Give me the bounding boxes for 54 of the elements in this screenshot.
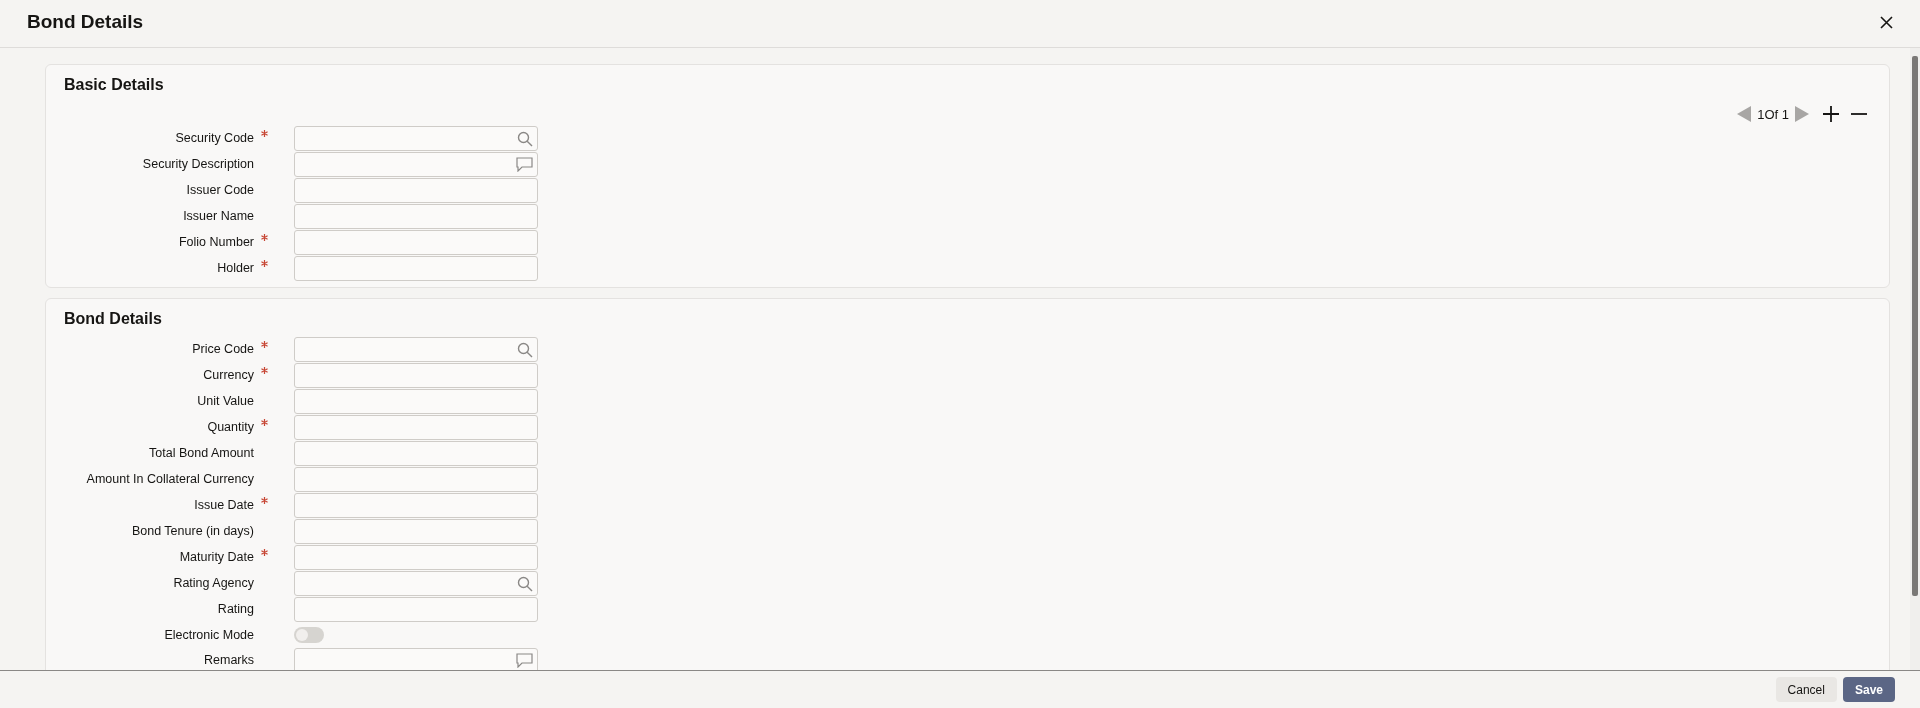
field-label: Price Code [192,341,254,359]
input-field[interactable] [294,545,538,570]
field-label: Issuer Code [186,182,254,200]
field-label: Bond Tenure (in days) [131,523,254,541]
comment-icon[interactable] [516,653,533,668]
field-label: Issuer Name [183,208,254,226]
section-title: Bond Details [64,309,162,329]
comment-field[interactable] [294,648,538,670]
search-icon[interactable] [517,130,533,147]
field-label: Currency [203,367,254,385]
input-field[interactable] [294,230,538,255]
input-field[interactable] [294,363,538,388]
input-field[interactable] [294,204,538,229]
field-label: Holder [217,260,254,278]
input-field[interactable] [294,519,538,544]
field-label: Unit Value [197,393,254,411]
toggle-switch[interactable] [294,627,324,643]
field-label: Amount In Collateral Currency [86,471,254,489]
search-field[interactable] [294,571,538,596]
input-field[interactable] [294,597,538,622]
field-label: Electronic Mode [164,626,254,644]
scrollbar[interactable] [1910,47,1920,670]
input-field[interactable] [294,389,538,414]
comment-icon[interactable] [516,157,533,172]
next-icon[interactable] [1795,106,1809,123]
window-title: Bond Details [27,10,144,34]
input-field[interactable] [294,256,538,281]
page-counter: 1Of 1 [1757,105,1789,124]
search-field[interactable] [294,337,538,362]
field-label: Folio Number [178,234,254,252]
previous-icon[interactable] [1737,106,1752,123]
close-icon[interactable] [1880,15,1893,29]
input-field[interactable] [294,493,538,518]
field-label: Quantity [207,419,254,437]
input-field[interactable] [294,178,538,203]
field-label: Security Description [142,156,254,174]
field-label: Rating Agency [173,575,254,593]
field-label: Total Bond Amount [149,445,254,463]
field-label: Remarks [204,652,254,670]
comment-field[interactable] [294,152,538,177]
field-label: Maturity Date [179,549,254,567]
field-label: Issue Date [194,497,254,515]
add-icon[interactable] [1823,106,1839,123]
save-button[interactable]: Save [1842,677,1895,702]
input-field[interactable] [294,467,538,492]
input-field[interactable] [294,441,538,466]
field-label: Rating [217,601,254,619]
search-field[interactable] [294,126,538,151]
search-icon[interactable] [517,341,533,358]
search-icon[interactable] [517,575,533,592]
cancel-button[interactable]: Cancel [1775,677,1837,702]
input-field[interactable] [294,415,538,440]
section-title: Basic Details [64,74,164,95]
field-label: Security Code [175,130,254,148]
